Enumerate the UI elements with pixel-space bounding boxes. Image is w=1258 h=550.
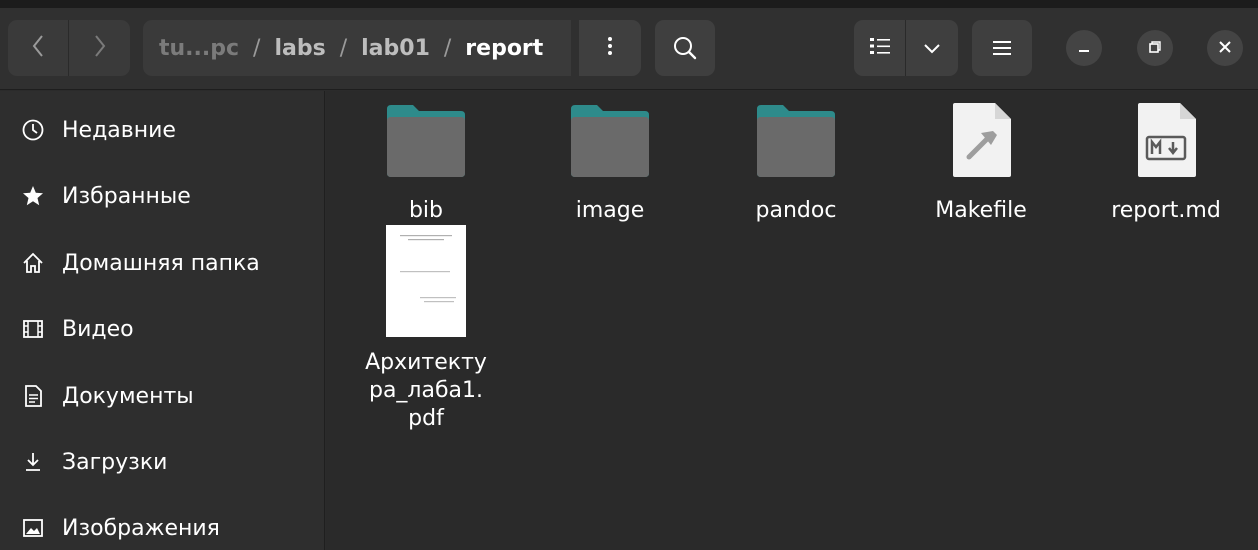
sidebar-item-label: Изображения (62, 515, 220, 541)
maximize-button[interactable] (1137, 30, 1173, 66)
file-item-image[interactable]: image (530, 103, 690, 225)
back-button[interactable] (8, 20, 69, 76)
chevron-left-icon (31, 34, 45, 62)
download-icon (20, 449, 46, 475)
folder-icon (385, 103, 467, 183)
file-name-line: ра_лаба1. (368, 378, 484, 403)
file-item-report-md[interactable]: report.md (1086, 103, 1246, 225)
hamburger-menu-icon (991, 39, 1013, 57)
markdown-file-icon (1134, 101, 1198, 183)
sidebar-item-label: Загрузки (62, 449, 168, 475)
sidebar-item-label: Домашняя папка (62, 250, 260, 276)
view-options-button[interactable] (906, 20, 958, 76)
sidebar-item-label: Недавние (62, 117, 176, 143)
list-view-button[interactable] (854, 20, 906, 76)
search-button[interactable] (655, 20, 715, 76)
clock-icon (20, 117, 46, 143)
sidebar-item-pictures[interactable]: Изображения (0, 495, 325, 550)
file-item-pdf[interactable]: Архитекту ра_лаба1. pdf (346, 225, 506, 433)
minimize-icon (1077, 39, 1091, 58)
path-prefix[interactable]: tu...pc (159, 36, 239, 61)
sidebar: Недавние Избранные Домашняя папка Видео … (0, 91, 325, 550)
path-bar: tu...pc / labs / lab01 / report (143, 20, 571, 76)
list-view-icon (869, 36, 891, 60)
file-name: pandoc (755, 198, 837, 223)
restore-icon (1148, 39, 1162, 58)
sidebar-item-recent[interactable]: Недавние (0, 97, 325, 163)
path-segment-labs[interactable]: labs (274, 36, 325, 61)
sidebar-item-videos[interactable]: Видео (0, 296, 325, 362)
navigation-buttons (8, 20, 130, 76)
file-manager-window: tu...pc / labs / lab01 / report Недавние… (0, 0, 1258, 550)
file-name: Архитекту ра_лаба1. pdf (346, 349, 506, 433)
file-name: report.md (1111, 198, 1221, 223)
path-separator: / (253, 35, 261, 61)
file-name: image (575, 198, 645, 223)
search-icon (672, 35, 698, 61)
title-strip (0, 0, 1258, 8)
header-bar: tu...pc / labs / lab01 / report (0, 0, 1258, 90)
file-item-bib[interactable]: bib (346, 103, 506, 225)
view-switcher (854, 20, 958, 76)
folder-icon (569, 103, 651, 183)
path-menu-button[interactable] (579, 20, 641, 76)
chevron-down-icon (923, 39, 941, 58)
sidebar-item-downloads[interactable]: Загрузки (0, 429, 325, 495)
sidebar-item-label: Избранные (62, 183, 191, 209)
home-icon (20, 250, 46, 276)
main-menu-button[interactable] (972, 20, 1032, 76)
file-name-line: Архитекту (365, 350, 487, 375)
file-name-line: pdf (408, 406, 444, 431)
file-item-makefile[interactable]: Makefile (901, 103, 1061, 225)
file-name: Makefile (935, 198, 1027, 223)
sidebar-item-favorites[interactable]: Избранные (0, 163, 325, 229)
folder-icon (755, 103, 837, 183)
path-separator: / (339, 35, 348, 61)
sidebar-item-label: Документы (62, 383, 194, 409)
close-button[interactable] (1207, 30, 1243, 66)
forward-button[interactable] (69, 20, 130, 76)
hammer-file-icon (949, 101, 1013, 183)
star-icon (20, 183, 46, 209)
document-icon (20, 383, 46, 409)
sidebar-item-home[interactable]: Домашняя папка (0, 230, 325, 296)
file-view: bib image pandoc Makefile report.md Архи… (326, 91, 1258, 550)
path-separator: / (443, 35, 452, 61)
chevron-right-icon (93, 34, 107, 62)
film-icon (20, 316, 46, 342)
file-item-pandoc[interactable]: pandoc (716, 103, 876, 225)
minimize-button[interactable] (1066, 30, 1102, 66)
sidebar-item-label: Видео (62, 316, 134, 342)
kebab-menu-icon (607, 35, 613, 61)
pdf-thumbnail (386, 225, 466, 341)
close-icon (1218, 39, 1232, 58)
sidebar-item-documents[interactable]: Документы (0, 363, 325, 429)
path-segment-lab01[interactable]: lab01 (361, 36, 430, 61)
path-current-folder[interactable]: report (465, 36, 543, 61)
image-icon (20, 515, 46, 541)
file-name: bib (408, 198, 444, 223)
